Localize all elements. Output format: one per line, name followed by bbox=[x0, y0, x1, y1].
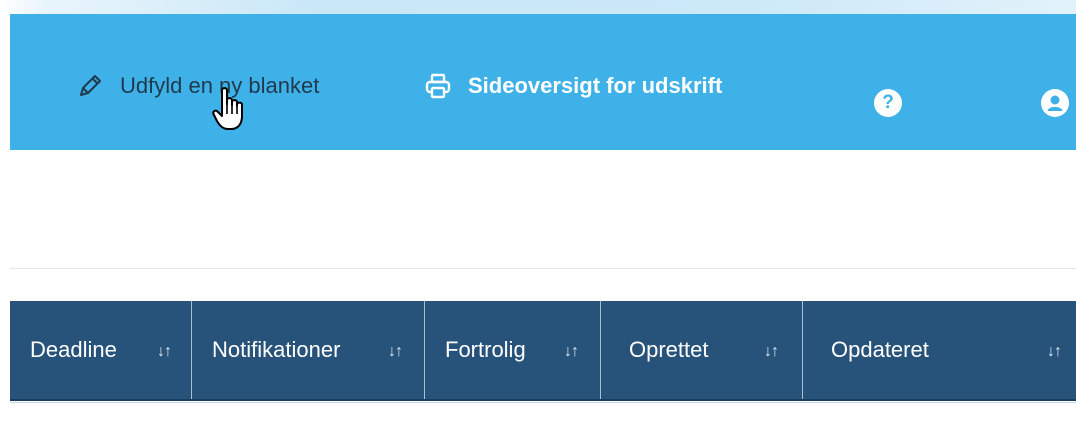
sort-icon[interactable]: ↓↑ bbox=[564, 343, 579, 361]
column-label-deadline: Deadline bbox=[30, 337, 117, 362]
fill-new-form-link[interactable]: Udfyld en ny blanket bbox=[76, 72, 319, 100]
column-header-deadline[interactable]: Deadline ↓↑ bbox=[10, 301, 192, 399]
column-header-notifikationer[interactable]: Notifikationer ↓↑ bbox=[192, 301, 425, 399]
table-header-underline bbox=[10, 402, 1076, 403]
section-divider bbox=[10, 268, 1076, 269]
print-overview-link[interactable]: Sideoversigt for udskrift bbox=[424, 72, 722, 100]
column-label-oprettet: Oprettet bbox=[629, 337, 709, 362]
help-icon[interactable]: ? bbox=[874, 89, 902, 117]
user-icon[interactable] bbox=[1041, 89, 1069, 117]
column-label-opdateret: Opdateret bbox=[831, 337, 929, 362]
sort-icon[interactable]: ↓↑ bbox=[764, 343, 779, 361]
printer-icon bbox=[424, 72, 452, 100]
sort-icon[interactable]: ↓↑ bbox=[388, 343, 403, 361]
column-header-opdateret[interactable]: Opdateret ↓↑ bbox=[803, 301, 1076, 399]
sort-icon[interactable]: ↓↑ bbox=[1047, 343, 1062, 361]
table-header: Deadline ↓↑ Notifikationer ↓↑ Fortrolig … bbox=[10, 301, 1076, 401]
navbar: Udfyld en ny blanket Sideoversigt for ud… bbox=[10, 14, 1076, 150]
column-label-notifikationer: Notifikationer bbox=[212, 337, 341, 362]
column-header-oprettet[interactable]: Oprettet ↓↑ bbox=[601, 301, 803, 399]
pencil-icon bbox=[76, 72, 104, 100]
hand-cursor-icon bbox=[212, 86, 246, 137]
sort-icon[interactable]: ↓↑ bbox=[157, 343, 172, 361]
column-header-fortrolig[interactable]: Fortrolig ↓↑ bbox=[425, 301, 601, 399]
top-edge-shadow bbox=[0, 0, 1076, 14]
column-label-fortrolig: Fortrolig bbox=[445, 337, 526, 362]
print-overview-label: Sideoversigt for udskrift bbox=[468, 73, 723, 98]
